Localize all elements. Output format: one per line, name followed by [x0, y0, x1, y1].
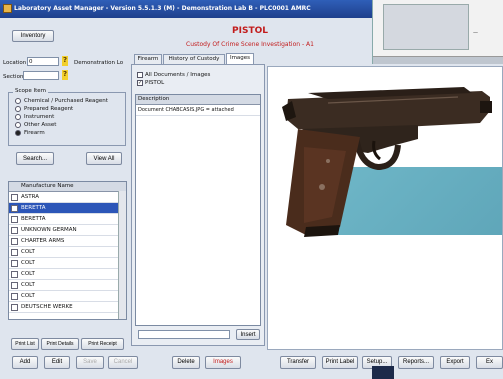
insert-path-input[interactable] [138, 330, 230, 339]
location-display: Demonstration Lo [74, 60, 124, 66]
images-button[interactable]: Images [205, 356, 241, 369]
image-preview [267, 66, 503, 350]
manufacturer-row[interactable]: COLT [9, 247, 126, 258]
pistol-option[interactable]: ✓ PISTOL [137, 79, 164, 87]
row-checkbox-icon[interactable] [11, 282, 18, 289]
transfer-button[interactable]: Transfer [280, 356, 316, 369]
scope-option-chemical[interactable]: Chemical / Purchased Reagent [15, 97, 108, 105]
manufacturer-name: DEUTSCHE WERKE [21, 304, 73, 310]
manufacturer-row[interactable]: BERETTA [9, 214, 126, 225]
manufacturer-name: CHARTER ARMS [21, 238, 65, 244]
radio-icon [15, 121, 21, 128]
manufacturer-row[interactable]: BERETTA [9, 203, 126, 214]
manufacturer-name: UNKNOWN GERMAN [21, 227, 77, 233]
tab-firearm[interactable]: Firearm [134, 54, 162, 64]
manufacturer-name: ASTRA [21, 194, 39, 200]
radio-icon [15, 113, 21, 120]
manufacturer-row[interactable]: DEUTSCHE WERKE [9, 302, 126, 313]
background-panel [383, 4, 469, 50]
section-label: Section [3, 74, 24, 80]
manufacturer-row[interactable]: UNKNOWN GERMAN [9, 225, 126, 236]
taskbar-indicator [372, 366, 394, 379]
location-label: Location [3, 60, 27, 66]
manufacturer-name: COLT [21, 271, 35, 277]
print-label-button[interactable]: Print Label [322, 356, 358, 369]
item-title: PISTOL [232, 26, 268, 36]
scope-option-instrument[interactable]: Instrument [15, 113, 54, 121]
manufacturer-row[interactable]: ASTRA [9, 192, 126, 203]
delete-button[interactable]: Delete [172, 356, 200, 369]
save-button[interactable]: Save [76, 356, 104, 369]
edit-button[interactable]: Edit [44, 356, 70, 369]
location-help-icon[interactable]: ? [62, 56, 68, 66]
scope-option-other[interactable]: Other Asset [15, 121, 56, 129]
row-checkbox-icon[interactable] [11, 238, 18, 245]
location-input[interactable]: 0 [27, 57, 59, 66]
section-help-icon[interactable]: ? [62, 70, 68, 80]
app-icon [3, 4, 12, 13]
custody-subtitle: Custody Of Crime Scene Investigation - A… [186, 41, 314, 48]
manufacturer-row[interactable]: COLT [9, 280, 126, 291]
manufacturer-row[interactable]: COLT [9, 291, 126, 302]
background-window: — [372, 0, 503, 64]
view-all-button[interactable]: View All [86, 152, 122, 165]
checkbox-icon [137, 71, 143, 78]
description-header[interactable]: Description [136, 95, 260, 105]
row-checkbox-icon[interactable] [11, 304, 18, 311]
row-checkbox-icon[interactable] [11, 293, 18, 300]
manufacturer-name: BERETTA [21, 216, 46, 222]
print-receipt-button[interactable]: Print Receipt [81, 338, 124, 350]
exit-button[interactable]: Ex [476, 356, 503, 369]
manufacturer-name: COLT [21, 260, 35, 266]
row-checkbox-icon[interactable] [11, 249, 18, 256]
title-bar: Laboratory Asset Manager - Version 5.5.1… [0, 0, 372, 18]
row-checkbox-icon[interactable] [11, 271, 18, 278]
manufacturer-name: COLT [21, 249, 35, 255]
images-tab-panel: All Documents / Images ✓ PISTOL Descripti… [131, 64, 265, 346]
description-row[interactable]: Document CHABCASIS.JPG = attached [136, 105, 260, 116]
row-checkbox-icon[interactable] [11, 216, 18, 223]
add-button[interactable]: Add [12, 356, 38, 369]
tab-history-of-custody[interactable]: History of Custody [163, 54, 225, 64]
inventory-button[interactable]: Inventory [12, 30, 54, 42]
checkbox-checked-icon: ✓ [137, 79, 143, 86]
manufacturer-header[interactable]: Manufacture Name [9, 182, 126, 192]
manufacturer-row[interactable]: COLT [9, 269, 126, 280]
manufacturer-name: BERETTA [21, 205, 46, 211]
radio-selected-icon [15, 129, 21, 136]
manufacturer-row[interactable]: COLT [9, 258, 126, 269]
scope-group: Scope Item Chemical / Purchased Reagent … [8, 88, 126, 146]
row-checkbox-icon[interactable] [11, 194, 18, 201]
background-text: — [473, 30, 478, 36]
scope-label: Scope Item [13, 88, 49, 94]
reports-button[interactable]: Reports... [398, 356, 434, 369]
pistol-image [282, 87, 492, 237]
row-checkbox-icon[interactable] [11, 260, 18, 267]
radio-icon [15, 105, 21, 112]
all-documents-option[interactable]: All Documents / Images [137, 71, 210, 79]
scope-option-firearm[interactable]: Firearm [15, 129, 45, 137]
tab-images[interactable]: Images [226, 53, 254, 64]
manufacturer-name: COLT [21, 293, 35, 299]
description-list: Description Document CHABCASIS.JPG = att… [135, 94, 261, 326]
manufacturer-list: Manufacture Name ASTRA BERETTA BERETTA UNKN… [8, 181, 127, 320]
radio-icon [15, 97, 21, 104]
export-button[interactable]: Export [440, 356, 470, 369]
section-input[interactable] [23, 71, 59, 80]
manufacturer-row[interactable]: CHARTER ARMS [9, 236, 126, 247]
insert-button[interactable]: Insert [236, 329, 260, 340]
manufacturer-scrollbar[interactable] [118, 191, 126, 319]
scope-option-prepared[interactable]: Prepared Reagent [15, 105, 73, 113]
row-checkbox-icon[interactable] [11, 205, 18, 212]
print-details-button[interactable]: Print Details [41, 338, 79, 350]
window-title: Laboratory Asset Manager - Version 5.5.1… [14, 5, 311, 12]
print-list-button[interactable]: Print List [11, 338, 39, 350]
app-window: Laboratory Asset Manager - Version 5.5.1… [0, 0, 503, 379]
row-checkbox-icon[interactable] [11, 227, 18, 234]
cancel-button[interactable]: Cancel [108, 356, 138, 369]
search-button[interactable]: Search... [16, 152, 54, 165]
background-strip [373, 56, 503, 64]
manufacturer-name: COLT [21, 282, 35, 288]
